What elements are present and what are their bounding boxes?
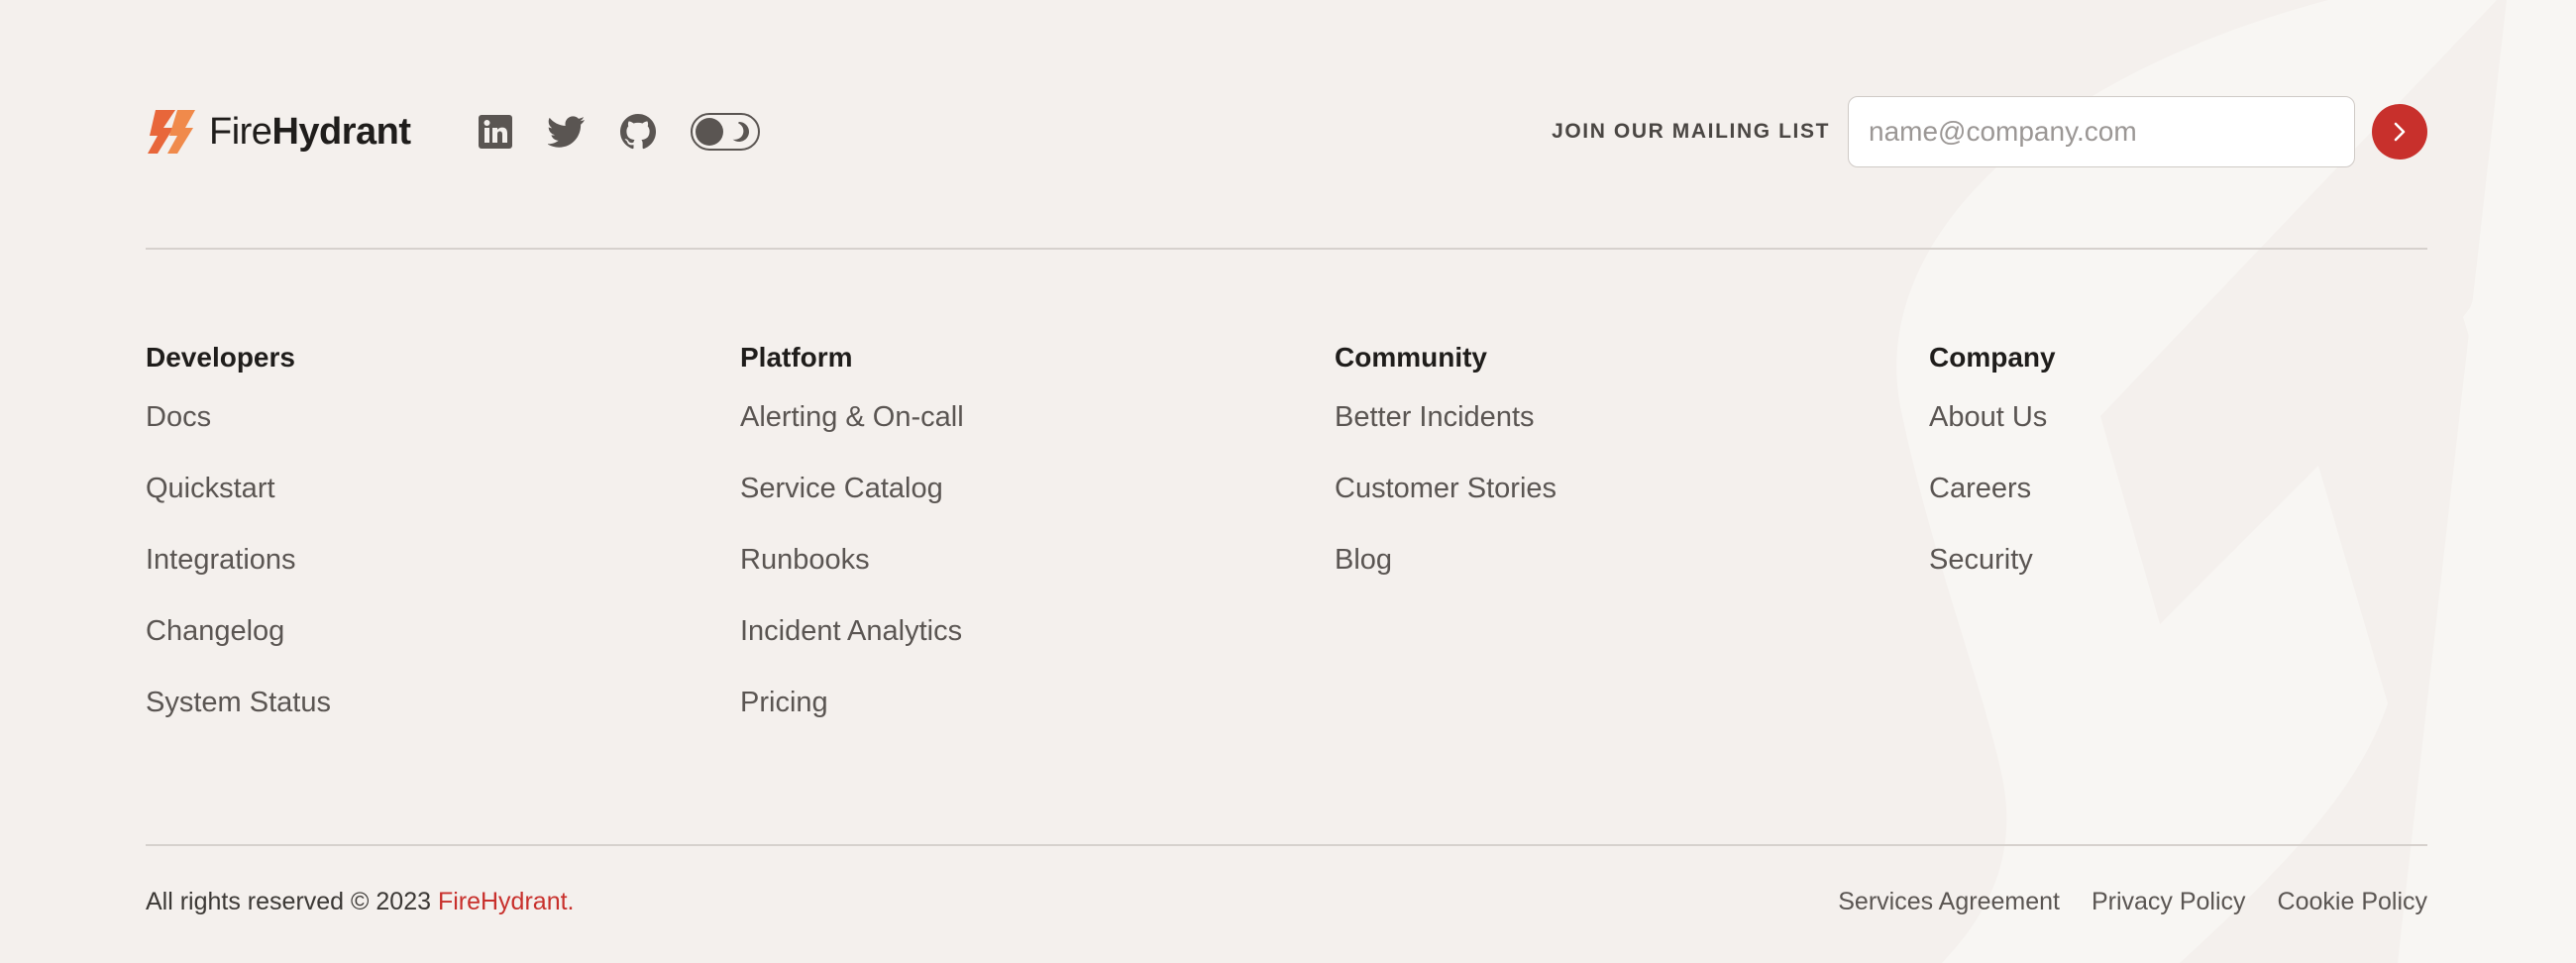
footer-link-better-incidents[interactable]: Better Incidents — [1335, 399, 1556, 435]
column-community: Community Better Incidents Customer Stor… — [1335, 340, 1556, 613]
footer-link-about-us[interactable]: About Us — [1929, 399, 2056, 435]
subscribe-button[interactable] — [2372, 104, 2427, 160]
legal-links: Services Agreement Privacy Policy Cookie… — [1838, 888, 2427, 916]
footer-link-quickstart[interactable]: Quickstart — [146, 471, 331, 506]
footer-link-system-status[interactable]: System Status — [146, 685, 331, 720]
firehydrant-logo-mark-icon — [148, 110, 195, 154]
footer-link-customer-stories[interactable]: Customer Stories — [1335, 471, 1556, 506]
firehydrant-link[interactable]: FireHydrant. — [438, 888, 575, 915]
top-divider — [146, 248, 2427, 250]
cookie-policy-link[interactable]: Cookie Policy — [2278, 888, 2427, 916]
column-title: Platform — [740, 342, 853, 373]
footer-link-changelog[interactable]: Changelog — [146, 613, 331, 649]
footer-link-runbooks[interactable]: Runbooks — [740, 542, 964, 578]
footer-link-alerting[interactable]: Alerting & On-call — [740, 399, 964, 435]
footer-link-incident-analytics[interactable]: Incident Analytics — [740, 613, 964, 649]
twitter-icon[interactable] — [547, 113, 586, 151]
copyright-text: All rights reserved © 2023 FireHydrant. — [146, 888, 575, 915]
column-title: Community — [1335, 342, 1487, 373]
column-developers: Developers Docs Quickstart Integrations … — [146, 340, 331, 756]
footer-link-pricing[interactable]: Pricing — [740, 685, 964, 720]
email-field[interactable] — [1848, 96, 2355, 167]
footer-link-docs[interactable]: Docs — [146, 399, 331, 435]
github-icon[interactable] — [619, 113, 657, 151]
footer-link-integrations[interactable]: Integrations — [146, 542, 331, 578]
chevron-right-icon — [2394, 122, 2406, 142]
column-title: Company — [1929, 342, 2056, 373]
footer-link-careers[interactable]: Careers — [1929, 471, 2056, 506]
linkedin-icon[interactable] — [477, 113, 514, 151]
bottom-divider — [146, 844, 2427, 846]
column-platform: Platform Alerting & On-call Service Cata… — [740, 340, 964, 756]
footer-link-blog[interactable]: Blog — [1335, 542, 1556, 578]
theme-toggle[interactable] — [690, 113, 760, 151]
column-title: Developers — [146, 342, 295, 373]
logo-wordmark: FireHydrant — [209, 110, 411, 153]
moon-icon — [732, 122, 749, 142]
footer-link-security[interactable]: Security — [1929, 542, 2056, 578]
column-company: Company About Us Careers Security — [1929, 340, 2056, 613]
toggle-knob — [695, 118, 723, 146]
services-agreement-link[interactable]: Services Agreement — [1838, 888, 2060, 916]
mailing-list-form: JOIN OUR MAILING LIST — [1552, 96, 2427, 167]
privacy-policy-link[interactable]: Privacy Policy — [2092, 888, 2246, 916]
footer-link-service-catalog[interactable]: Service Catalog — [740, 471, 964, 506]
firehydrant-logo[interactable]: FireHydrant — [146, 108, 411, 156]
mailing-list-label: JOIN OUR MAILING LIST — [1552, 120, 1830, 143]
